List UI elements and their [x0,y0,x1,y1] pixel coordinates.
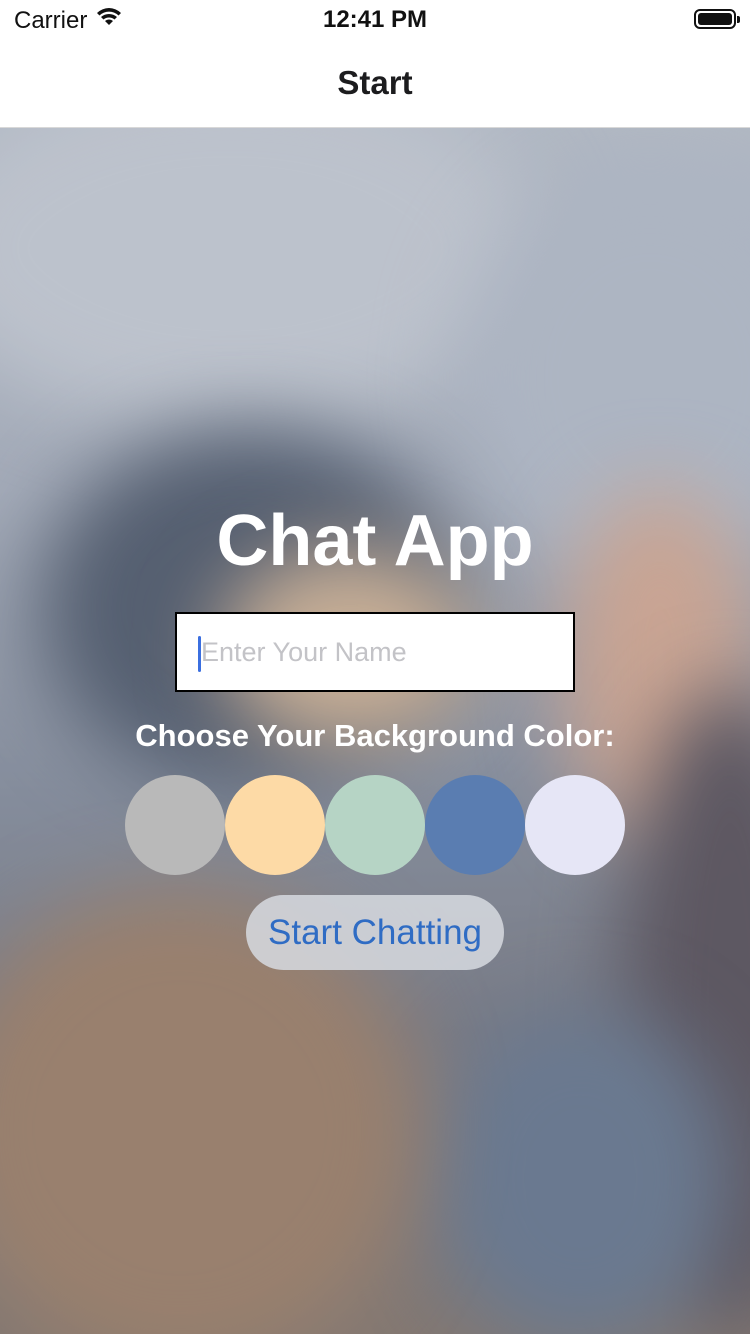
navigation-bar: Start [0,40,750,128]
start-chatting-button[interactable]: Start Chatting [246,895,504,970]
color-picker-label: Choose Your Background Color: [135,718,615,753]
color-option-lavender[interactable] [525,775,625,875]
battery-icon [694,9,740,29]
status-bar: Carrier 12:41 PM [0,0,750,40]
status-time: 12:41 PM [322,6,428,33]
color-option-gray[interactable] [125,775,225,875]
color-option-peach[interactable] [225,775,325,875]
text-cursor [198,636,201,672]
name-input[interactable] [177,614,573,690]
color-picker [125,775,625,875]
app-title: Chat App [216,501,534,581]
app-screen: Carrier 12:41 PM Start Chat App Choose Y… [0,0,750,1334]
color-option-blue[interactable] [425,775,525,875]
nav-title: Start [337,64,413,101]
color-option-mint[interactable] [325,775,425,875]
name-input-container [175,612,575,692]
